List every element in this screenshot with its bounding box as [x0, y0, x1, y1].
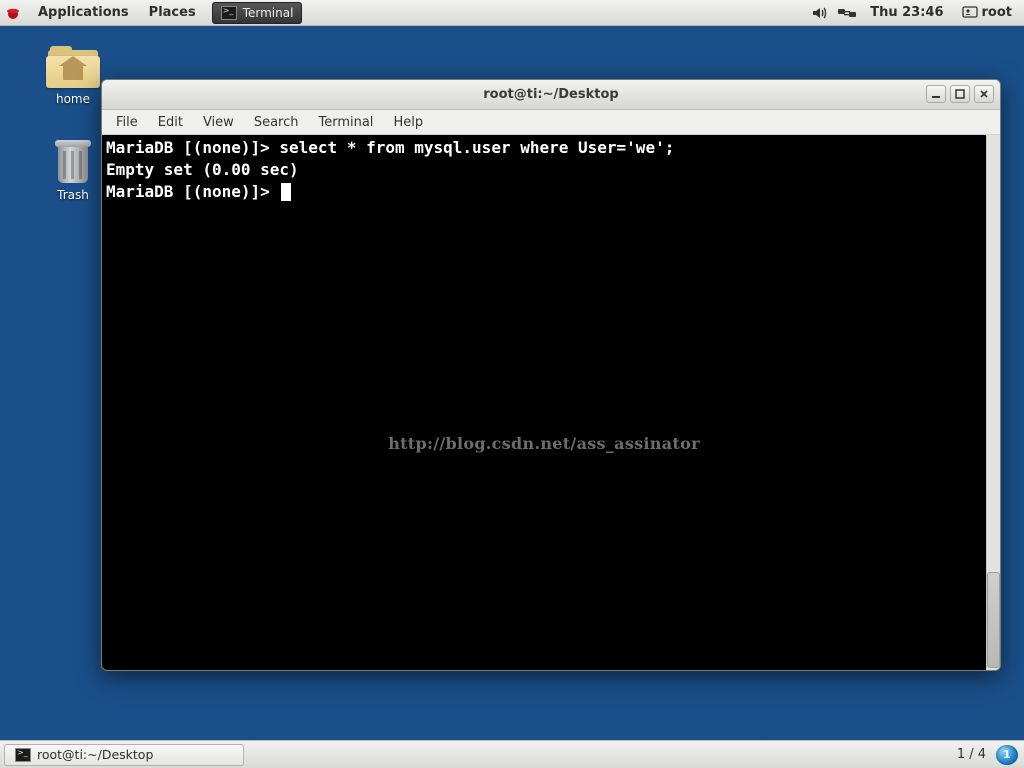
maximize-button[interactable]: [950, 85, 970, 103]
user-menu[interactable]: root: [958, 5, 1017, 20]
menu-edit[interactable]: Edit: [148, 114, 193, 131]
bottom-right-tray: 1 / 4 1: [957, 745, 1024, 765]
menu-terminal[interactable]: Terminal: [308, 114, 383, 131]
scrollbar-thumb[interactable]: [987, 572, 1000, 668]
close-button[interactable]: [974, 85, 994, 103]
window-menubar: File Edit View Search Terminal Help: [102, 110, 1000, 135]
desktop-icon-label: home: [36, 92, 110, 106]
top-task-label: Terminal: [243, 6, 294, 20]
terminal-window: root@ti:~/Desktop File Edit View Search …: [101, 79, 1001, 671]
watermark-text: http://blog.csdn.net/ass_assinator: [388, 433, 700, 455]
user-icon: [962, 6, 978, 20]
volume-icon[interactable]: [810, 4, 828, 22]
terminal-scrollbar[interactable]: [986, 135, 1000, 670]
user-name: root: [982, 5, 1013, 20]
menu-search[interactable]: Search: [244, 114, 309, 131]
workspace-indicator[interactable]: 1: [996, 745, 1018, 765]
system-tray: Thu 23:46 root: [810, 4, 1024, 22]
terminal-prompt-line: MariaDB [(none)]>: [106, 181, 982, 203]
taskbar-button-label: root@ti:~/Desktop: [37, 747, 153, 762]
terminal-line: Empty set (0.00 sec): [106, 159, 982, 181]
desktop-icon-trash[interactable]: Trash: [36, 140, 110, 202]
terminal-line: MariaDB [(none)]> select * from mysql.us…: [106, 137, 982, 159]
places-menu[interactable]: Places: [139, 0, 206, 26]
clock[interactable]: Thu 23:46: [866, 5, 947, 20]
window-titlebar[interactable]: root@ti:~/Desktop: [102, 80, 1000, 110]
menu-file[interactable]: File: [106, 114, 148, 131]
menu-view[interactable]: View: [193, 114, 244, 131]
top-task-terminal[interactable]: Terminal: [212, 2, 303, 24]
page-indicator: 1 / 4: [957, 747, 986, 762]
network-icon[interactable]: [838, 4, 856, 22]
distro-logo-icon: [4, 4, 22, 22]
applications-menu[interactable]: Applications: [28, 0, 139, 26]
desktop-icon-home[interactable]: home: [36, 46, 110, 106]
terminal-cursor: [281, 183, 291, 201]
window-controls: [926, 85, 994, 103]
trash-icon: [51, 140, 95, 186]
folder-icon: [46, 46, 100, 90]
window-title: root@ti:~/Desktop: [102, 87, 1000, 102]
menu-help[interactable]: Help: [383, 114, 433, 131]
terminal-icon: [15, 748, 31, 762]
minimize-button[interactable]: [926, 85, 946, 103]
terminal-icon: [221, 6, 237, 20]
taskbar-button-terminal[interactable]: root@ti:~/Desktop: [4, 744, 244, 766]
bottom-panel: root@ti:~/Desktop 1 / 4 1: [0, 740, 1024, 768]
terminal-viewport[interactable]: MariaDB [(none)]> select * from mysql.us…: [102, 135, 986, 670]
top-panel: Applications Places Terminal Thu 23:46: [0, 0, 1024, 26]
desktop-icon-label: Trash: [36, 188, 110, 202]
